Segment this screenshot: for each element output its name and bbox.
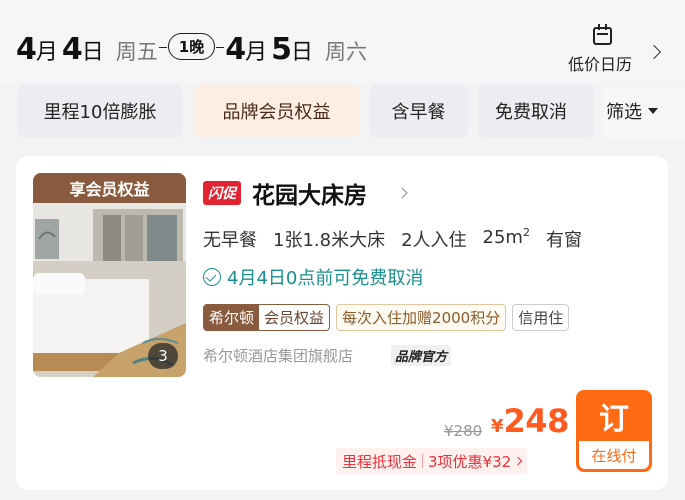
original-price: ¥280	[444, 422, 483, 440]
chip-breakfast[interactable]: 含早餐	[369, 84, 468, 138]
flash-sale-tag: 闪促	[203, 181, 241, 205]
spec-occupancy: 2人入住	[401, 230, 467, 251]
room-photo[interactable]: 享会员权益 3	[33, 173, 186, 377]
month-unit: 月	[245, 40, 268, 65]
room-name[interactable]: 花园大床房	[252, 176, 367, 210]
checkin-weekday: 周五	[115, 40, 158, 64]
checkin-day: 4	[61, 32, 83, 67]
calendar-icon	[593, 24, 612, 45]
day-unit: 日	[290, 40, 313, 65]
discount-info[interactable]: 里程抵现金 3项优惠¥32	[336, 448, 528, 474]
checkout-day: 5	[271, 32, 292, 67]
spec-bed: 1张1.8米大床	[273, 230, 386, 251]
discount-summary: 3项优惠¥32	[428, 452, 512, 471]
checkin-month: 4	[16, 32, 37, 67]
filter-label: 筛选	[606, 102, 642, 123]
book-button[interactable]: 订 在线付	[576, 390, 652, 472]
cancel-text: 4月4日0点前可免费取消	[227, 268, 424, 289]
area-unit-sup: 2	[522, 226, 530, 239]
room-specs: 无早餐 1张1.8米大床 2人入住 25m2 有窗	[203, 226, 598, 252]
chip-mileage-boost[interactable]: 里程10倍膨胀	[17, 84, 183, 138]
calendar-label: 低价日历	[568, 55, 633, 74]
filter-chips: 里程10倍膨胀 品牌会员权益 含早餐 免费取消 筛选	[17, 84, 685, 138]
book-label: 订	[599, 402, 629, 437]
chevron-right-icon[interactable]	[396, 187, 408, 199]
check-circle-icon	[203, 268, 221, 286]
photo-count: 3	[148, 343, 178, 369]
date-header: 4 月 4 日 周五 1晚 4 月 5 日 周六 低价日历	[0, 0, 685, 82]
checkout-month: 4	[225, 32, 246, 67]
caret-down-icon	[648, 108, 658, 114]
mileage-cash: 里程抵现金	[342, 452, 418, 471]
date-range[interactable]: 4 月 4 日 周五 1晚 4 月 5 日 周六	[16, 32, 367, 67]
credit-tag: 信用住	[512, 304, 570, 331]
spec-area: 25m2	[483, 226, 530, 252]
member-perk-tag: 享会员权益	[33, 173, 186, 203]
chevron-right-icon	[646, 44, 662, 60]
spec-breakfast: 无早餐	[203, 230, 257, 251]
month-unit: 月	[35, 40, 58, 65]
brand-member-tag: 希尔顿 会员权益	[203, 304, 331, 331]
points-tag: 每次入住加赠2000积分	[336, 304, 507, 331]
brand-tag: 希尔顿	[204, 305, 260, 330]
filter-button[interactable]: 筛选	[602, 84, 685, 138]
price-value: 248	[503, 402, 570, 440]
day-unit: 日	[81, 40, 104, 65]
tag-row: 希尔顿 会员权益 每次入住加赠2000积分 信用住	[203, 304, 570, 331]
chip-free-cancel[interactable]: 免费取消	[478, 84, 594, 138]
member-tag: 会员权益	[264, 309, 325, 327]
chip-brand-member[interactable]: 品牌会员权益	[194, 84, 359, 138]
low-price-calendar-button[interactable]: 低价日历	[566, 24, 666, 75]
checkout-weekday: 周六	[325, 40, 367, 64]
current-price: ¥248	[491, 402, 569, 440]
divider	[422, 454, 424, 468]
area-value: 25m	[482, 227, 523, 248]
currency-symbol: ¥	[491, 416, 504, 437]
spec-window: 有窗	[545, 230, 582, 251]
chevron-right-icon	[513, 456, 523, 466]
pay-online-label: 在线付	[579, 441, 649, 469]
free-cancel-info: 4月4日0点前可免费取消	[203, 264, 423, 290]
room-card[interactable]: 享会员权益 3 闪促 花园大床房 无早餐 1张1.8米大床 2人入住 25m2	[16, 156, 668, 490]
nights-count: 1晚	[158, 33, 225, 60]
official-badge: 品牌官方	[391, 345, 452, 366]
store-name: 希尔顿酒店集团旗舰店	[203, 347, 354, 365]
